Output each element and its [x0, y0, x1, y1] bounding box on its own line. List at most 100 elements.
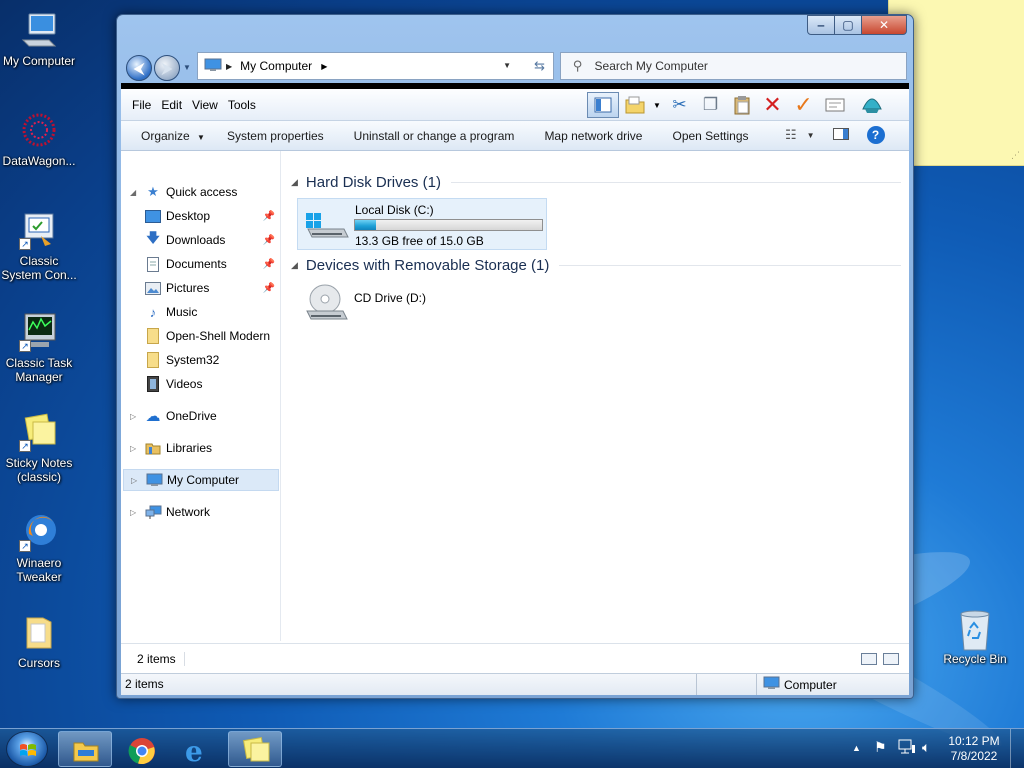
nav-quick-access[interactable]: ◢ ★ Quick access	[121, 181, 281, 203]
details-view-icon[interactable]	[861, 653, 877, 665]
resize-grip-icon[interactable]: ⋰	[1011, 150, 1020, 161]
desktop-icon-datawagon[interactable]: DataWagon...	[0, 110, 78, 168]
organize-button[interactable]: Organize ▼	[121, 129, 217, 143]
help-icon[interactable]: ?	[866, 126, 885, 144]
menu-view[interactable]: View	[189, 98, 225, 112]
nav-network[interactable]: ▷ Network	[121, 501, 281, 523]
recent-locations-dropdown[interactable]: ▼	[183, 63, 191, 72]
expand-arrow-icon[interactable]: ▷	[131, 476, 145, 485]
show-hidden-icons-arrow[interactable]: ▲	[852, 743, 861, 753]
breadcrumb-separator-icon[interactable]: ▶	[226, 62, 232, 71]
new-folder-icon[interactable]	[619, 92, 650, 118]
checkmark-icon[interactable]: ✓	[788, 92, 819, 118]
nav-label: System32	[166, 353, 220, 367]
action-center-icon[interactable]: ⚑	[874, 739, 887, 756]
network-tray-icon[interactable]	[898, 739, 916, 758]
control-panel-icon: ↗	[19, 210, 59, 250]
drive-tile-local-disk-c[interactable]: Local Disk (C:) 13.3 GB free of 15.0 GB	[297, 198, 547, 250]
desktop-icon-sticky-notes[interactable]: ↗ Sticky Notes (classic)	[0, 412, 78, 484]
volume-icon[interactable]: 🔈︎	[922, 739, 930, 756]
collapse-arrow-icon[interactable]: ◢	[130, 188, 144, 197]
close-button[interactable]: ✕	[861, 15, 907, 35]
pin-icon[interactable]: 📌	[263, 283, 275, 294]
desktop-icon-classic-task-manager[interactable]: ↗ Classic Task Manager	[0, 312, 78, 384]
menu-file[interactable]: File	[121, 98, 158, 112]
collapse-triangle-icon[interactable]: ◢	[291, 260, 298, 271]
computer-icon	[145, 472, 163, 488]
document-icon	[144, 256, 162, 272]
desktop-icon-winaero-tweaker[interactable]: ↗ Winaero Tweaker	[0, 512, 78, 584]
explorer-window[interactable]: ‒ ▢ ✕ ⮜ ⮞ ▼ ▶ My Computer ▶ ▼ ⇆ ⚲ Search…	[116, 14, 914, 699]
nav-item-desktop[interactable]: Desktop 📌	[121, 205, 281, 227]
change-view-icon[interactable]: ☷	[785, 127, 797, 143]
nav-item-videos[interactable]: Videos	[121, 373, 281, 395]
open-settings-button[interactable]: Open Settings	[652, 129, 758, 143]
desktop-icon-classic-system-control[interactable]: ↗ Classic System Con...	[0, 210, 78, 282]
view-switcher	[861, 653, 899, 665]
group-header-removable-storage[interactable]: ◢ Devices with Removable Storage (1)	[291, 257, 901, 274]
taskbar-clock[interactable]: 10:12 PM 7/8/2022	[944, 734, 1004, 764]
delete-icon[interactable]: ✕	[757, 92, 788, 118]
desktop-icon-recycle-bin[interactable]: Recycle Bin	[936, 608, 1014, 666]
breadcrumb-my-computer[interactable]: My Computer	[240, 59, 312, 73]
nav-onedrive[interactable]: ▷ ☁ OneDrive	[121, 405, 281, 427]
maximize-button[interactable]: ▢	[834, 15, 862, 35]
expand-arrow-icon[interactable]: ▷	[130, 444, 144, 453]
taskbar-chrome[interactable]	[114, 731, 168, 767]
forward-button[interactable]: ⮞	[154, 55, 180, 81]
cut-icon[interactable]: ✂	[664, 92, 695, 118]
taskbar-file-explorer[interactable]	[58, 731, 112, 767]
status-separator	[697, 674, 757, 695]
tiles-view-icon[interactable]	[883, 653, 899, 665]
pin-icon[interactable]: 📌	[263, 259, 275, 270]
open-shell-icon[interactable]	[856, 92, 887, 118]
desktop-icon-my-computer[interactable]: My Computer	[0, 10, 78, 68]
nav-item-pictures[interactable]: Pictures 📌	[121, 277, 281, 299]
nav-item-system32[interactable]: System32	[121, 349, 281, 371]
nav-item-open-shell-modern[interactable]: Open-Shell Modern	[121, 325, 281, 347]
pin-icon[interactable]: 📌	[263, 211, 275, 222]
nav-my-computer[interactable]: ▷ My Computer	[123, 469, 279, 491]
libraries-icon	[144, 440, 162, 456]
start-button[interactable]	[6, 731, 48, 767]
preview-pane-icon[interactable]	[832, 127, 849, 143]
collapse-triangle-icon[interactable]: ◢	[291, 177, 298, 188]
map-network-drive-button[interactable]: Map network drive	[524, 129, 652, 143]
menu-edit[interactable]: Edit	[158, 98, 189, 112]
system-properties-button[interactable]: System properties	[217, 129, 334, 143]
nav-item-documents[interactable]: Documents 📌	[121, 253, 281, 275]
dropdown-arrow-icon[interactable]: ▼	[650, 92, 664, 118]
breadcrumb-chevron-icon[interactable]: ▶	[321, 62, 327, 71]
uninstall-program-button[interactable]: Uninstall or change a program	[334, 129, 525, 143]
show-desktop-button[interactable]	[1010, 729, 1024, 768]
folder-icon	[19, 612, 59, 652]
nav-item-downloads[interactable]: 🡇 Downloads 📌	[121, 229, 281, 251]
expand-arrow-icon[interactable]: ▷	[130, 508, 144, 517]
desktop-icon-cursors[interactable]: Cursors	[0, 612, 78, 670]
search-box[interactable]: ⚲ Search My Computer	[560, 52, 907, 80]
properties-icon[interactable]	[819, 92, 850, 118]
desktop-icon-label: My Computer	[2, 54, 76, 68]
drive-tile-cd-drive-d[interactable]: CD Drive (D:)	[297, 281, 547, 333]
cd-drive-icon	[303, 281, 349, 328]
search-placeholder: Search My Computer	[594, 59, 708, 73]
view-dropdown-icon[interactable]: ▼	[807, 131, 815, 140]
desktop-icon-label: Sticky Notes (classic)	[5, 456, 73, 484]
minimize-button[interactable]: ‒	[807, 15, 835, 35]
group-header-hard-disk-drives[interactable]: ◢ Hard Disk Drives (1)	[291, 174, 901, 191]
taskbar-sticky-notes[interactable]	[228, 731, 282, 767]
address-dropdown-icon[interactable]: ▼	[503, 61, 511, 70]
pin-icon[interactable]: 📌	[263, 235, 275, 246]
paste-icon[interactable]	[726, 92, 757, 118]
folder-icon	[144, 352, 162, 368]
nav-item-music[interactable]: ♪ Music	[121, 301, 281, 323]
expand-arrow-icon[interactable]: ▷	[130, 412, 144, 421]
nav-libraries[interactable]: ▷ Libraries	[121, 437, 281, 459]
refresh-icon[interactable]: ⇆	[534, 58, 545, 74]
copy-icon[interactable]: ❐	[695, 92, 726, 118]
address-bar[interactable]: ▶ My Computer ▶ ▼ ⇆	[197, 52, 554, 80]
menu-tools[interactable]: Tools	[225, 98, 263, 112]
back-button[interactable]: ⮜	[126, 55, 152, 81]
taskbar-internet-explorer[interactable]: e	[172, 731, 226, 768]
navigation-pane-icon[interactable]	[587, 92, 619, 118]
